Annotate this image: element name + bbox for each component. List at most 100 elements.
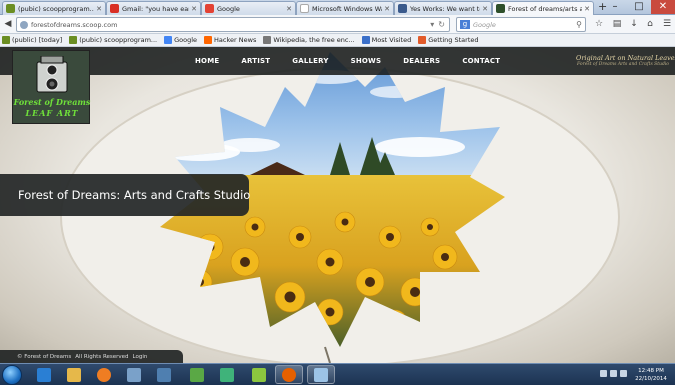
taskbar-app-green-icon[interactable] (183, 365, 211, 384)
footer-login-link[interactable]: Login (133, 354, 148, 360)
footer-copyright: © Forest of Dreams (17, 353, 72, 360)
address-bar[interactable]: forestofdreams.scoop.com ▾ ↻ (16, 17, 450, 32)
bookmark-favicon-icon (204, 36, 213, 44)
app-leaf-icon (252, 367, 266, 382)
tab-label: (pubic) scoopprogram... (18, 4, 95, 13)
bookmark-item[interactable]: Google (164, 36, 197, 44)
site-logo[interactable]: Forest of Dreams LEAF ART (12, 50, 90, 124)
footer-rights: All Rights Reserved (75, 353, 129, 360)
brand-tagline-line1: Original Art on Natural Leaves (576, 54, 675, 62)
tool-icon (127, 367, 141, 382)
taskbar-calc-icon[interactable] (150, 365, 178, 384)
bookmark-favicon-icon (164, 36, 173, 44)
bookmark-favicon-icon (418, 36, 427, 44)
firefox-icon (282, 367, 296, 382)
bookmark-item[interactable]: (pubic) scoopprogram... (69, 36, 157, 44)
tab-favicon-icon (398, 4, 407, 13)
taskbar-firefox-icon[interactable] (275, 365, 303, 384)
taskbar-media-player-icon[interactable] (90, 365, 118, 384)
taskbar-app-teal-icon[interactable] (213, 365, 241, 384)
tab-favicon-icon (496, 4, 505, 13)
tab-favicon-icon (205, 4, 214, 13)
search-box[interactable]: g Google ⚲ (456, 17, 586, 32)
tab-close-icon[interactable]: ✕ (482, 5, 488, 13)
browser-tab[interactable]: Gmail: "you have earned J... ✕ (106, 1, 201, 15)
bookmark-item[interactable]: Most Visited (361, 36, 411, 44)
search-icon[interactable]: ⚲ (576, 20, 582, 29)
brand-tagline: Original Art on Natural Leaves Forest of… (576, 54, 675, 67)
taskbar-explorer-icon[interactable] (60, 365, 88, 384)
bookmarks-menu-icon[interactable]: ▤ (610, 18, 624, 31)
maximize-button[interactable]: □ (627, 0, 651, 14)
windows-taskbar: 12:48 PM 22/10/2014 (0, 363, 675, 385)
bookmark-label: Hacker News (214, 36, 257, 44)
tab-close-icon[interactable]: ✕ (384, 5, 390, 13)
logo-text-line1: Forest of Dreams (13, 97, 91, 107)
ie-icon (37, 367, 51, 382)
hero-caption: Forest of Dreams: Arts and Crafts Studio (0, 174, 250, 216)
tab-label: Yes Works: We want to... (410, 4, 480, 13)
clock-date: 22/10/2014 (635, 376, 667, 382)
start-button[interactable] (2, 365, 22, 385)
bookmark-item[interactable]: Hacker News (204, 36, 256, 44)
browser-navbar: ◀ forestofdreams.scoop.com ▾ ↻ g Google … (0, 15, 675, 34)
bookmarks-bar: (public) [today] (pubic) scoopprogram...… (0, 34, 675, 47)
bookmark-item[interactable]: Getting Started (418, 36, 479, 44)
nav-link-home[interactable]: HOME (195, 57, 219, 65)
browser-tab[interactable]: Yes Works: We want to... ✕ (394, 1, 492, 15)
taskbar-tool-icon[interactable] (120, 365, 148, 384)
browser-tab[interactable]: Google ✕ (201, 1, 296, 15)
browser-tab[interactable]: (pubic) scoopprogram... ✕ (2, 1, 106, 15)
tab-close-icon[interactable]: ✕ (584, 5, 590, 13)
bookmark-star-icon[interactable]: ☆ (592, 18, 606, 31)
nav-link-artist[interactable]: ARTIST (241, 57, 270, 65)
nav-link-shows[interactable]: SHOWS (351, 57, 382, 65)
web-page: HOME ARTIST GALLERY SHOWS DEALERS CONTAC… (0, 47, 675, 363)
browser-tab-active[interactable]: Forest of dreams/arts and cra... ✕ (492, 1, 594, 15)
site-identity-icon[interactable] (20, 20, 28, 29)
taskbar-window-icon[interactable] (307, 365, 335, 384)
nav-link-dealers[interactable]: DEALERS (403, 57, 440, 65)
nav-link-gallery[interactable]: GALLERY (292, 57, 328, 65)
bookmark-item[interactable]: Wikipedia, the free enc... (263, 36, 355, 44)
bookmark-item[interactable]: (public) [today] (2, 36, 62, 44)
tab-close-icon[interactable]: ✕ (286, 5, 292, 13)
browser-tab-strip: (pubic) scoopprogram... ✕ Gmail: "you ha… (0, 0, 675, 15)
close-window-button[interactable]: ✕ (651, 0, 675, 14)
taskbar-app-leaf-icon[interactable] (245, 365, 273, 384)
bookmark-favicon-icon (361, 36, 370, 44)
tab-label: Gmail: "you have earned J... (122, 4, 189, 13)
bookmark-label: (pubic) scoopprogram... (79, 36, 158, 44)
taskbar-ie-icon[interactable] (30, 365, 58, 384)
tab-close-icon[interactable]: ✕ (96, 5, 102, 13)
home-icon[interactable]: ⌂ (643, 18, 657, 31)
bookmark-label: Getting Started (428, 36, 479, 44)
site-nav: HOME ARTIST GALLERY SHOWS DEALERS CONTAC… (195, 47, 522, 75)
app-teal-icon (220, 367, 234, 382)
dropdown-arrow-icon[interactable]: ▾ (430, 20, 434, 29)
back-icon[interactable]: ◀ (1, 18, 15, 31)
menu-icon[interactable]: ☰ (660, 18, 674, 31)
bookmark-label: (public) [today] (12, 36, 63, 44)
nav-link-contact[interactable]: CONTACT (462, 57, 500, 65)
app-window-icon (314, 367, 328, 382)
google-search-engine-icon[interactable]: g (460, 20, 470, 29)
minimize-button[interactable]: – (603, 0, 627, 14)
vintage-camera-icon (36, 56, 68, 93)
tab-label: Google (217, 4, 240, 13)
system-tray (600, 370, 630, 377)
browser-tab[interactable]: Microsoft Windows Watch J... ✕ (296, 1, 394, 15)
media-player-icon (97, 367, 111, 382)
tab-favicon-icon (6, 4, 15, 13)
url-text: forestofdreams.scoop.com (31, 20, 118, 29)
tray-network-icon[interactable] (600, 370, 607, 377)
taskbar-clock[interactable]: 12:48 PM 22/10/2014 (631, 367, 671, 383)
tray-volume-icon[interactable] (610, 370, 617, 377)
reload-icon[interactable]: ↻ (438, 20, 445, 29)
bookmark-label: Wikipedia, the free enc... (273, 36, 355, 44)
download-icon[interactable]: ↓ (627, 18, 641, 31)
app-green-icon (190, 367, 204, 382)
tab-close-icon[interactable]: ✕ (191, 5, 197, 13)
tray-flag-icon[interactable] (620, 370, 627, 377)
explorer-icon (67, 367, 81, 382)
